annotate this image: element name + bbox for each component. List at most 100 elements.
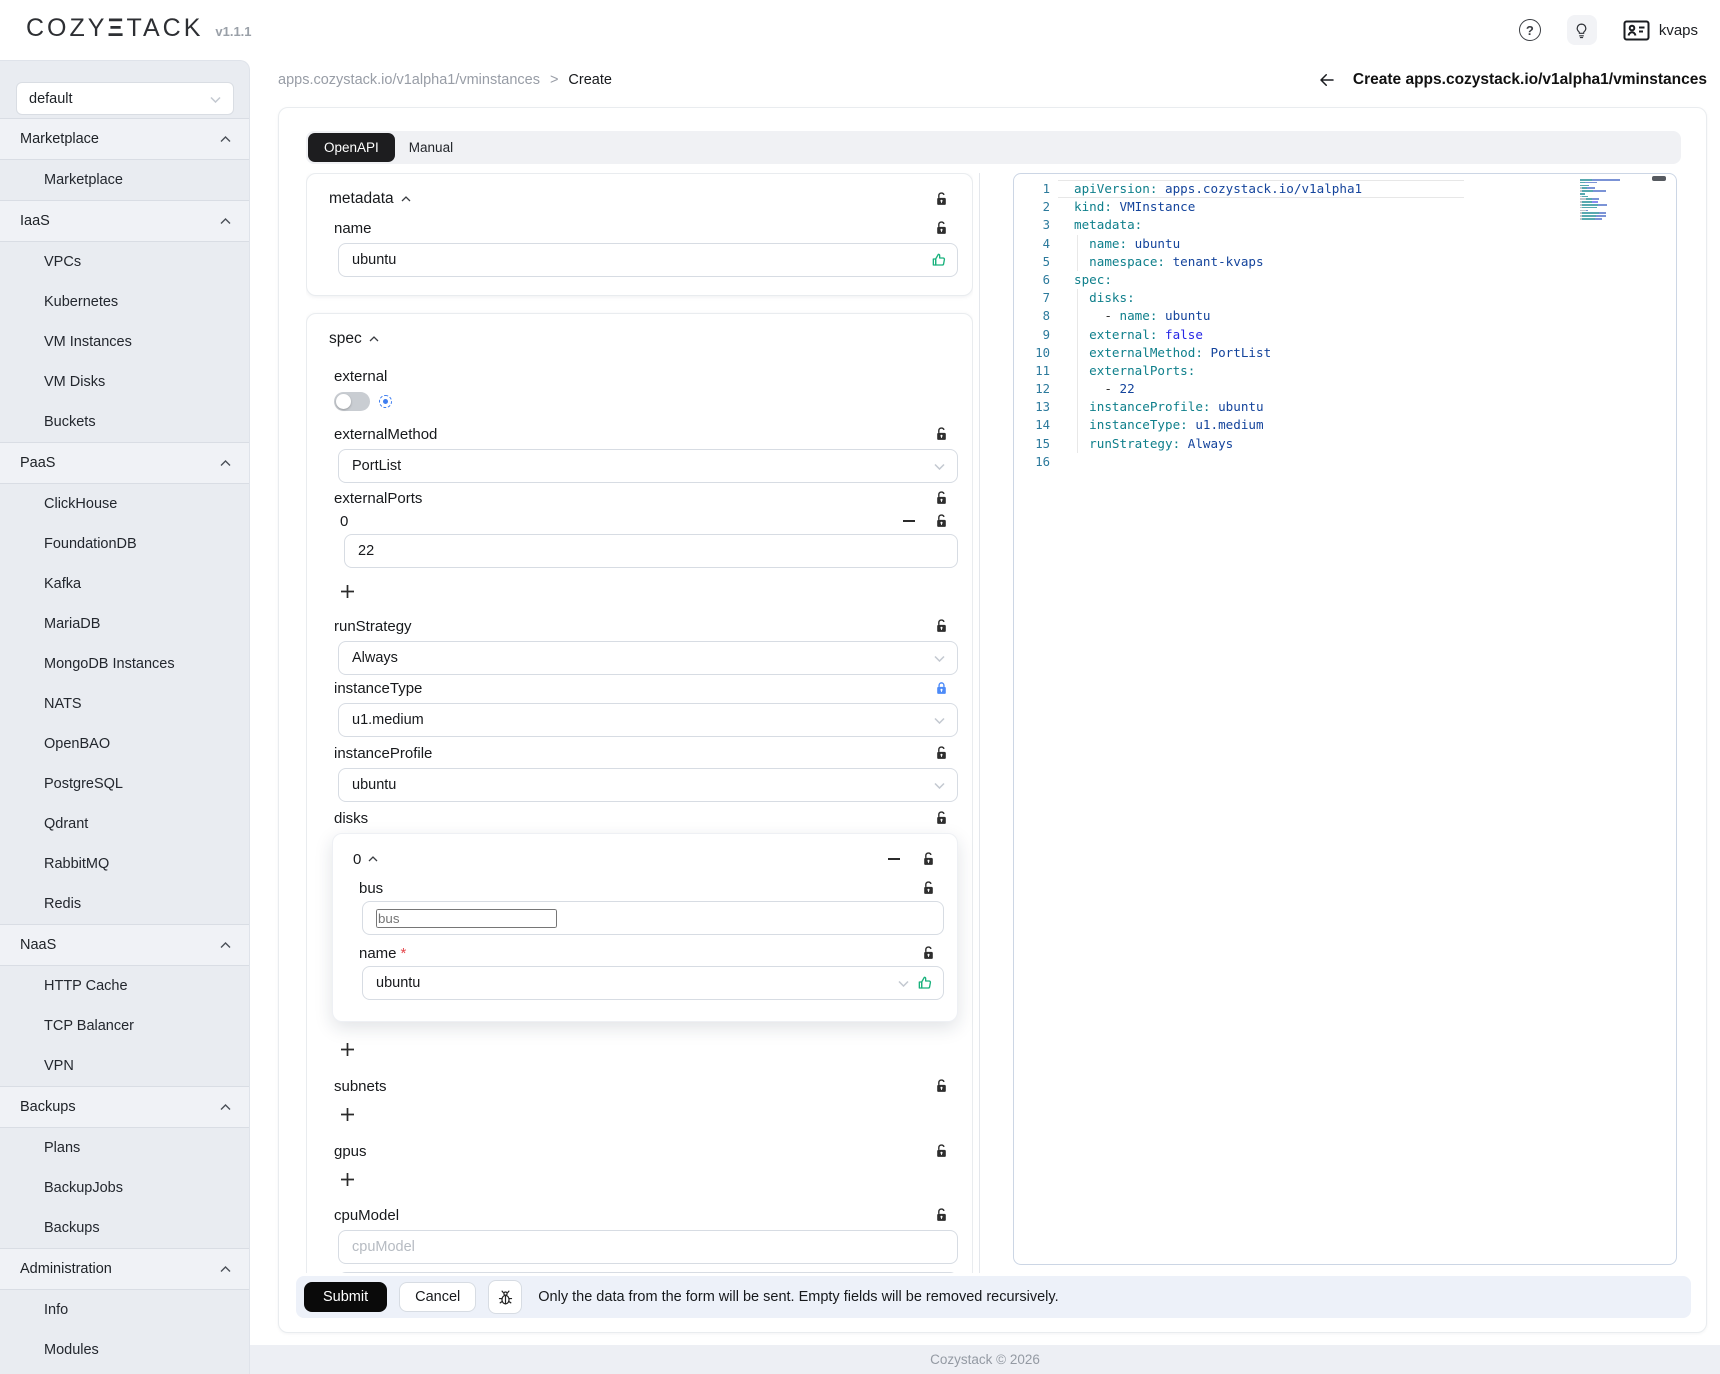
yaml-editor[interactable]: 1apiVersion: apps.cozystack.io/v1alpha12… xyxy=(1013,173,1677,1265)
runStrategy-label-row: runStrategy xyxy=(307,616,972,636)
unlock-icon[interactable] xyxy=(935,514,948,528)
disk-name-select[interactable]: ubuntu xyxy=(362,966,944,1000)
externalPorts-add-button[interactable] xyxy=(340,579,972,603)
sidebar-item-marketplace[interactable]: Marketplace xyxy=(0,160,249,200)
sidebar-item-info[interactable]: Info xyxy=(0,1290,249,1330)
sidebar-item-vpn[interactable]: VPN xyxy=(0,1046,249,1086)
unlock-icon[interactable] xyxy=(935,192,948,206)
sidebar-item-tcp-balancer[interactable]: TCP Balancer xyxy=(0,1006,249,1046)
gpus-add-button[interactable] xyxy=(340,1167,972,1191)
spec-card: spec external externalMethod PortList ex… xyxy=(306,313,973,1273)
sidebar-section-label: Backups xyxy=(20,1099,76,1115)
field-label: disks xyxy=(334,810,368,827)
sidebar-item-vpcs[interactable]: VPCs xyxy=(0,242,249,282)
app-logo: COZYΞTACK v1.1.1 xyxy=(26,14,252,43)
sidebar-item-postgresql[interactable]: PostgreSQL xyxy=(0,764,249,804)
unlock-icon[interactable] xyxy=(935,1208,948,1222)
sidebar-item-rabbitmq[interactable]: RabbitMQ xyxy=(0,844,249,884)
unlock-icon[interactable] xyxy=(935,427,948,441)
sidebar-section-naas[interactable]: NaaS xyxy=(0,924,249,966)
select-value: Always xyxy=(352,650,398,666)
sidebar-item-nats[interactable]: NATS xyxy=(0,684,249,724)
runStrategy-select[interactable]: Always xyxy=(338,641,958,675)
unlock-icon[interactable] xyxy=(922,881,935,895)
unlock-icon[interactable] xyxy=(922,852,935,866)
debug-button[interactable] xyxy=(488,1280,522,1314)
sidebar-item-http-cache[interactable]: HTTP Cache xyxy=(0,966,249,1006)
sidebar-item-vm-disks[interactable]: VM Disks xyxy=(0,362,249,402)
cancel-button[interactable]: Cancel xyxy=(399,1282,476,1312)
tab-openapi[interactable]: OpenAPI xyxy=(308,133,395,162)
lock-icon[interactable] xyxy=(935,681,948,695)
editor-minimap-slider[interactable] xyxy=(1652,176,1666,181)
remove-item-icon[interactable] xyxy=(902,514,916,528)
cpuModel-input[interactable] xyxy=(352,1239,944,1255)
tab-manual[interactable]: Manual xyxy=(409,140,453,155)
unlock-icon[interactable] xyxy=(935,491,948,505)
sidebar-item-kubernetes[interactable]: Kubernetes xyxy=(0,282,249,322)
editor-minimap[interactable] xyxy=(1580,179,1620,224)
unlock-icon[interactable] xyxy=(935,1079,948,1093)
instanceProfile-select[interactable]: ubuntu xyxy=(338,768,958,802)
metadata-section-header[interactable]: metadata xyxy=(307,188,972,210)
sidebar-item-modules[interactable]: Modules xyxy=(0,1330,249,1370)
sidebar-item-qdrant[interactable]: Qdrant xyxy=(0,804,249,844)
sidebar-item-vm-instances[interactable]: VM Instances xyxy=(0,322,249,362)
sidebar-section-backups[interactable]: Backups xyxy=(0,1086,249,1128)
plus-icon xyxy=(340,1107,355,1122)
sidebar-item-buckets[interactable]: Buckets xyxy=(0,402,249,442)
sidebar-nav: MarketplaceMarketplaceIaaSVPCsKubernetes… xyxy=(0,118,249,1370)
user-menu[interactable]: kvaps xyxy=(1623,20,1698,41)
disks-item-0-header[interactable]: 0 xyxy=(333,849,957,869)
externalPorts-item-0-input[interactable] xyxy=(358,543,944,559)
field-label: cpuModel xyxy=(334,1207,399,1224)
chevron-down-icon xyxy=(898,980,909,987)
subnets-add-button[interactable] xyxy=(340,1102,972,1126)
yaml-line: 7 disks: xyxy=(1014,289,1676,307)
help-icon[interactable]: ? xyxy=(1519,19,1541,41)
unlock-icon[interactable] xyxy=(922,946,935,960)
chevron-up-icon xyxy=(220,1104,231,1111)
sidebar-section-paas[interactable]: PaaS xyxy=(0,442,249,484)
sidebar-item-mongodb-instances[interactable]: MongoDB Instances xyxy=(0,644,249,684)
select-value: u1.medium xyxy=(352,712,424,728)
sidebar-item-backupjobs[interactable]: BackupJobs xyxy=(0,1168,249,1208)
unlock-icon[interactable] xyxy=(935,1144,948,1158)
sidebar-section-marketplace[interactable]: Marketplace xyxy=(0,118,249,160)
unlock-icon[interactable] xyxy=(935,221,948,235)
yaml-line: 9 external: false xyxy=(1014,326,1676,344)
submit-button[interactable]: Submit xyxy=(304,1282,387,1312)
sidebar-item-plans[interactable]: Plans xyxy=(0,1128,249,1168)
array-item-index: 0 xyxy=(353,851,361,868)
instanceType-select[interactable]: u1.medium xyxy=(338,703,958,737)
sidebar-item-foundationdb[interactable]: FoundationDB xyxy=(0,524,249,564)
sidebar-item-redis[interactable]: Redis xyxy=(0,884,249,924)
remove-item-icon[interactable] xyxy=(887,852,901,866)
sidebar-item-clickhouse[interactable]: ClickHouse xyxy=(0,484,249,524)
spec-section-header[interactable]: spec xyxy=(307,328,972,350)
unlock-icon[interactable] xyxy=(935,746,948,760)
breadcrumb-path[interactable]: apps.cozystack.io/v1alpha1/vminstances xyxy=(278,72,540,88)
tenant-select[interactable]: default xyxy=(16,82,234,115)
sidebar-item-mariadb[interactable]: MariaDB xyxy=(0,604,249,644)
reset-default-icon[interactable] xyxy=(379,395,392,408)
back-arrow-icon[interactable] xyxy=(1317,71,1337,89)
unlock-icon[interactable] xyxy=(935,811,948,825)
sidebar-item-openbao[interactable]: OpenBAO xyxy=(0,724,249,764)
theme-toggle-button[interactable] xyxy=(1567,15,1597,45)
unlock-icon[interactable] xyxy=(935,619,948,633)
sidebar-item-kafka[interactable]: Kafka xyxy=(0,564,249,604)
external-toggle[interactable] xyxy=(334,392,370,411)
form-scrollbar[interactable] xyxy=(979,173,980,1273)
metadata-card: metadata name xyxy=(306,173,973,296)
bus-input[interactable] xyxy=(376,909,557,928)
metadata-name-input[interactable] xyxy=(352,252,944,268)
sidebar-section-administration[interactable]: Administration xyxy=(0,1248,249,1290)
bus-field xyxy=(362,901,944,935)
sidebar-section-iaas[interactable]: IaaS xyxy=(0,200,249,242)
externalMethod-select[interactable]: PortList xyxy=(338,449,958,483)
yaml-line: 11 externalPorts: xyxy=(1014,362,1676,380)
lightbulb-icon xyxy=(1573,22,1590,39)
sidebar-item-backups[interactable]: Backups xyxy=(0,1208,249,1248)
disks-add-button[interactable] xyxy=(340,1037,972,1061)
